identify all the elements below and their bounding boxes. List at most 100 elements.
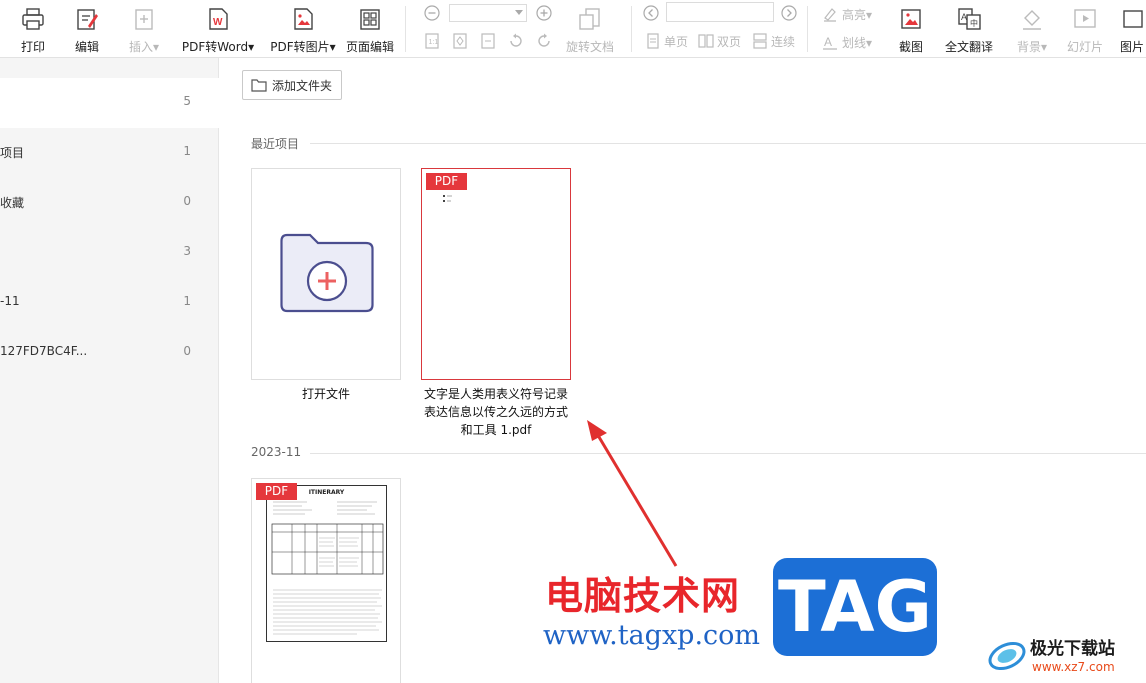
pdf-to-word-icon: W <box>205 6 231 32</box>
add-folder-button[interactable]: 添加文件夹 <box>242 70 342 100</box>
watermark-cn-text: 电脑技术网 <box>545 573 741 618</box>
single-page-icon[interactable] <box>644 32 662 50</box>
svg-text:A: A <box>824 35 832 49</box>
toolbar-divider <box>631 6 632 52</box>
rotate-right-icon[interactable] <box>535 32 553 50</box>
month-section-title: 2023-11 <box>251 445 302 459</box>
filename-line: 和工具 1.pdf <box>460 423 532 437</box>
sidebar-item-all[interactable]: 5 <box>0 78 219 128</box>
svg-text:A: A <box>961 12 967 22</box>
sidebar-item-projects[interactable]: 项目 1 <box>0 128 219 178</box>
translate-icon: A中 <box>956 6 982 32</box>
pdf-badge: PDF <box>426 173 467 190</box>
svg-text:中: 中 <box>970 18 978 28</box>
sidebar-item-count: 1 <box>183 294 191 308</box>
slideshow-button[interactable]: 幻灯片 <box>1066 4 1104 56</box>
highlight-icon[interactable] <box>821 5 839 23</box>
recent-section-title: 最近项目 <box>251 137 300 151</box>
full-translate-label: 全文翻译 <box>944 40 993 54</box>
rotate-doc-button[interactable]: 旋转文档 <box>564 4 616 56</box>
chevron-down-icon <box>515 10 523 15</box>
watermark-site-url: www.xz7.com <box>1032 660 1115 674</box>
screenshot-label: 截图 <box>898 40 923 54</box>
double-page-label[interactable]: 双页 <box>717 33 741 50</box>
page-grid-icon <box>357 6 383 32</box>
full-translate-button[interactable]: A中 全文翻译 <box>944 4 994 56</box>
strikeline-icon[interactable]: A <box>821 33 839 51</box>
sidebar-item-label: 项目 <box>0 146 25 160</box>
sidebar-item-count: 3 <box>183 244 191 258</box>
itinerary-pdf-card[interactable]: ITINERARY PDF <box>251 478 401 683</box>
document-thumbnail: ITINERARY <box>266 485 387 642</box>
watermark-site-name: 极光下载站 <box>1030 639 1115 659</box>
site-logo-icon <box>988 641 1026 671</box>
document-lines <box>271 501 384 635</box>
open-file-label: 打开文件 <box>301 387 350 401</box>
printer-icon <box>20 6 46 32</box>
pdf-to-word-label: PDF转Word▾ <box>181 40 255 54</box>
sidebar-item-recent[interactable]: 3 <box>0 228 219 278</box>
recent-pdf-card[interactable]: PDF <box>421 168 571 380</box>
pdf-to-image-label: PDF转图片▾ <box>270 40 336 54</box>
prev-page-icon[interactable] <box>642 4 660 22</box>
rotate-doc-icon <box>577 6 603 32</box>
continuous-icon[interactable] <box>751 32 769 50</box>
zoom-in-icon[interactable] <box>535 4 553 22</box>
page-thumbnail <box>443 195 452 202</box>
sidebar-item-folder[interactable]: 127FD7BC4F... 0 <box>0 328 219 378</box>
page-number-input[interactable] <box>666 2 774 22</box>
screenshot-button[interactable]: 截图 <box>896 4 926 56</box>
toolbar-divider <box>405 6 406 52</box>
fit-page-icon[interactable] <box>451 32 469 50</box>
filename-line: 文字是人类用表义符号记录 <box>423 387 568 401</box>
sidebar: 5 项目 1 收藏 0 3 -11 1 127FD7BC4F... 0 <box>0 58 219 683</box>
sidebar-item-favorites[interactable]: 收藏 0 <box>0 178 219 228</box>
sidebar-item-label: -11 <box>0 294 20 308</box>
svg-text:W: W <box>213 17 223 28</box>
pdf-to-word-button[interactable]: W PDF转Word▾ <box>180 4 256 56</box>
add-folder-label: 添加文件夹 <box>272 78 333 93</box>
double-page-icon[interactable] <box>697 32 715 50</box>
watermark-tag-logo: TAG <box>773 558 937 656</box>
highlight-label[interactable]: 高亮▾ <box>842 6 872 23</box>
strikeline-label[interactable]: 划线▾ <box>842 34 872 51</box>
sidebar-item-label: 127FD7BC4F... <box>0 344 88 358</box>
zoom-combo[interactable] <box>449 4 527 22</box>
background-button[interactable]: 背景▾ <box>1012 4 1052 56</box>
pdf-badge: PDF <box>256 483 297 500</box>
page-edit-button[interactable]: 页面编辑 <box>346 4 394 56</box>
single-page-label[interactable]: 单页 <box>664 33 688 50</box>
edit-label: 编辑 <box>74 40 99 54</box>
play-icon <box>1072 6 1098 32</box>
section-divider <box>310 453 1146 454</box>
sidebar-item-count: 0 <box>183 344 191 358</box>
edit-icon <box>74 6 100 32</box>
insert-button[interactable]: 插入▾ <box>124 4 164 56</box>
open-file-card[interactable] <box>251 168 401 380</box>
background-label: 背景▾ <box>1016 40 1048 54</box>
sidebar-item-label: 收藏 <box>0 196 25 210</box>
watermark-url: www.tagxp.com <box>543 620 761 651</box>
zoom-out-icon[interactable] <box>423 4 441 22</box>
folder-icon <box>251 79 267 92</box>
sidebar-item-count: 0 <box>183 194 191 208</box>
page-edit-label: 页面编辑 <box>346 40 395 54</box>
sidebar-item-count: 1 <box>183 144 191 158</box>
insert-icon <box>131 6 157 32</box>
pdf-to-image-icon <box>290 6 316 32</box>
rotate-left-icon[interactable] <box>507 32 525 50</box>
sidebar-item-month[interactable]: -11 1 <box>0 278 219 328</box>
continuous-label[interactable]: 连续 <box>771 33 795 50</box>
image-button[interactable]: 图片 <box>1120 4 1146 56</box>
actual-size-icon[interactable]: 1:1 <box>423 32 441 50</box>
filename-line: 表达信息以传之久远的方式 <box>423 405 568 419</box>
recent-pdf-filename: 文字是人类用表义符号记录 表达信息以传之久远的方式 和工具 1.pdf <box>416 385 576 439</box>
toolbar-divider <box>807 6 808 52</box>
print-button[interactable]: 打印 <box>16 4 50 56</box>
edit-button[interactable]: 编辑 <box>70 4 104 56</box>
fit-width-icon[interactable] <box>479 32 497 50</box>
section-divider <box>310 143 1146 144</box>
next-page-icon[interactable] <box>780 4 798 22</box>
slideshow-label: 幻灯片 <box>1066 40 1103 54</box>
pdf-to-image-button[interactable]: PDF转图片▾ <box>270 4 336 56</box>
